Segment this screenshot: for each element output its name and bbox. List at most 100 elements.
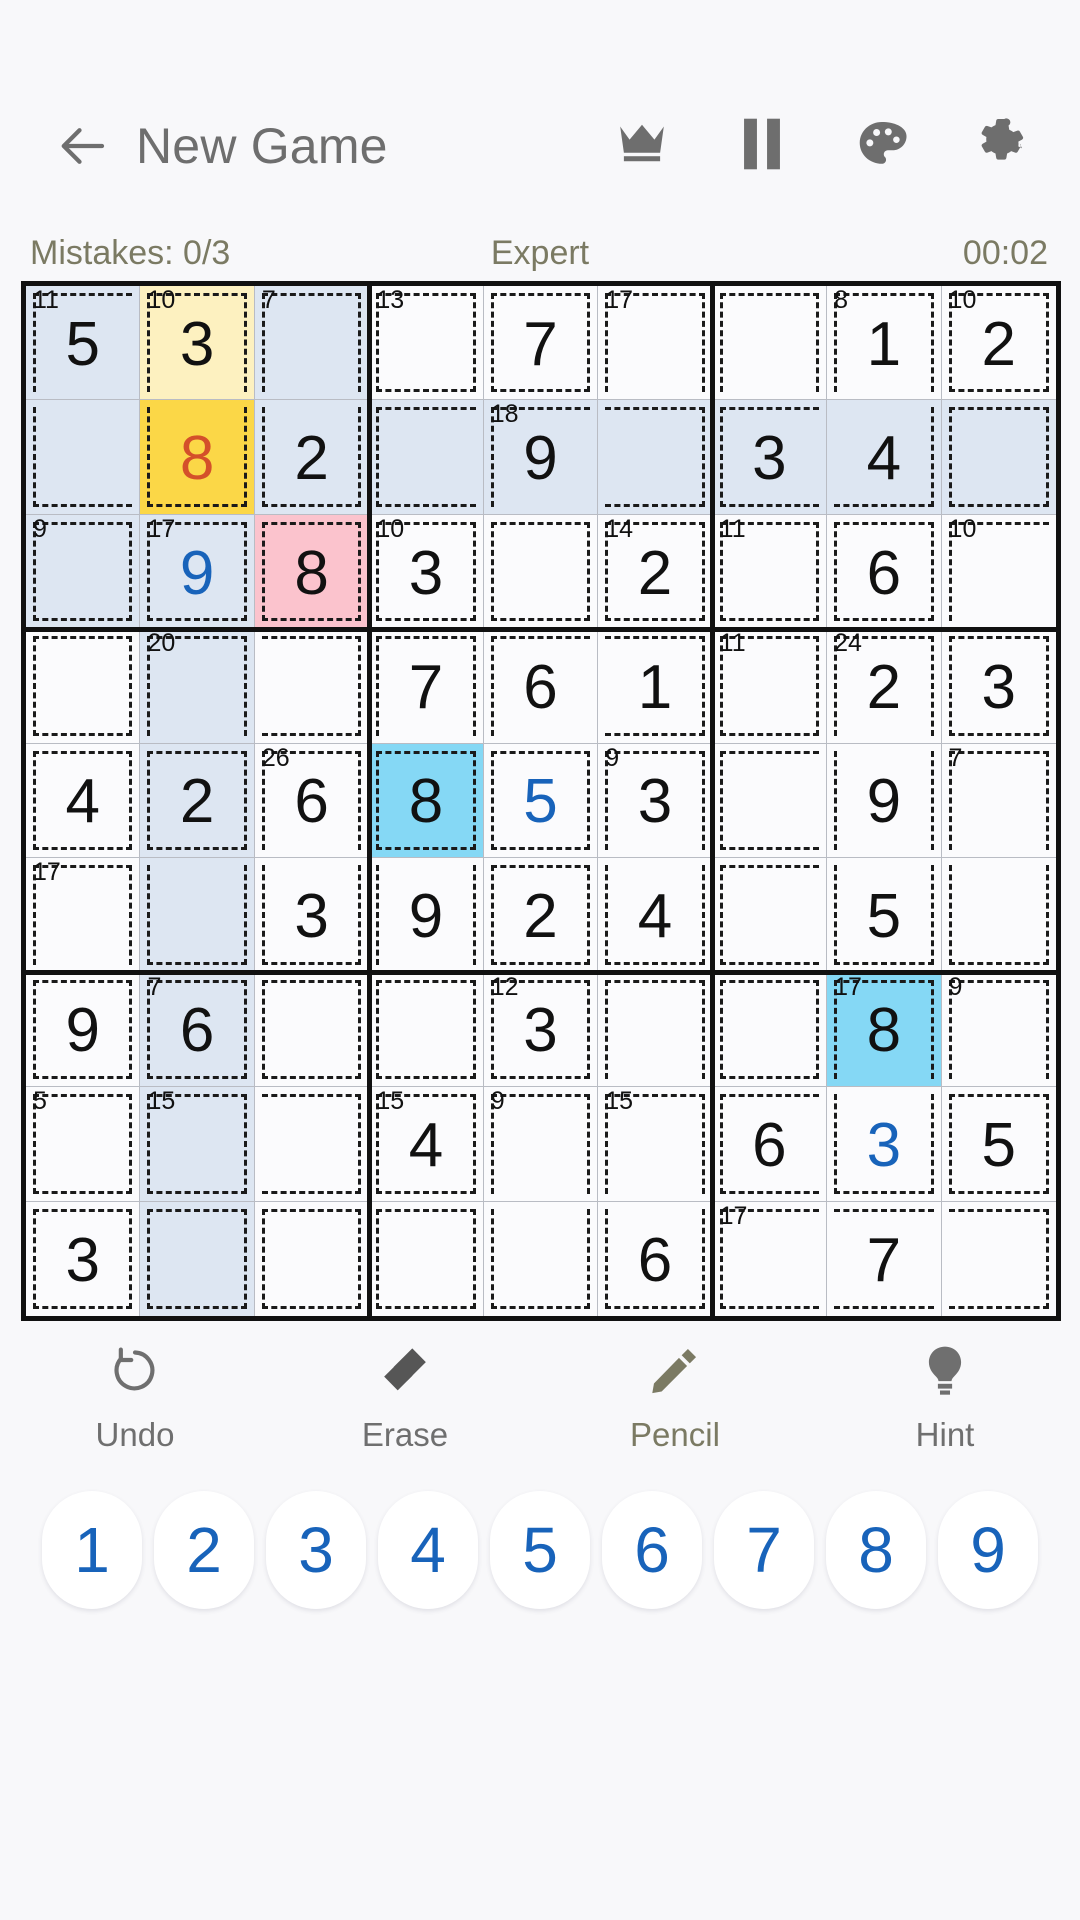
sudoku-cell-r9c7[interactable]: 17 [713, 1202, 827, 1316]
sudoku-cell-r3c9[interactable]: 10 [942, 515, 1056, 629]
sudoku-cell-r8c7[interactable]: 6 [713, 1087, 827, 1201]
sudoku-cell-r8c5[interactable]: 9 [484, 1087, 598, 1201]
sudoku-cell-r6c5[interactable]: 2 [484, 858, 598, 972]
sudoku-cell-r7c1[interactable]: 9 [26, 973, 140, 1087]
sudoku-cell-r5c8[interactable]: 9 [827, 744, 941, 858]
tool-undo-button[interactable]: Undo [35, 1340, 235, 1454]
sudoku-cell-r3c4[interactable]: 103 [369, 515, 483, 629]
sudoku-cell-r9c5[interactable] [484, 1202, 598, 1316]
sudoku-cell-r3c6[interactable]: 142 [598, 515, 712, 629]
sudoku-cell-r1c7[interactable] [713, 286, 827, 400]
sudoku-cell-r5c1[interactable]: 4 [26, 744, 140, 858]
sudoku-cell-r7c2[interactable]: 76 [140, 973, 254, 1087]
sudoku-cell-r4c6[interactable]: 1 [598, 629, 712, 743]
sudoku-cell-r1c4[interactable]: 13 [369, 286, 483, 400]
number-key-8[interactable]: 8 [826, 1491, 926, 1609]
sudoku-cell-r6c1[interactable]: 17 [26, 858, 140, 972]
number-key-4[interactable]: 4 [378, 1491, 478, 1609]
sudoku-cell-r1c2[interactable]: 103 [140, 286, 254, 400]
number-key-9[interactable]: 9 [938, 1491, 1038, 1609]
sudoku-cell-r1c1[interactable]: 115 [26, 286, 140, 400]
sudoku-cell-r4c3[interactable] [255, 629, 369, 743]
sudoku-cell-r5c4[interactable]: 8 [369, 744, 483, 858]
sudoku-board[interactable]: 1151037137178110282189349179810314211610… [21, 281, 1061, 1321]
sudoku-cell-r2c4[interactable] [369, 400, 483, 514]
back-button[interactable] [48, 110, 120, 182]
sudoku-cell-r1c8[interactable]: 81 [827, 286, 941, 400]
number-key-2[interactable]: 2 [154, 1491, 254, 1609]
sudoku-cell-r3c8[interactable]: 6 [827, 515, 941, 629]
sudoku-cell-r9c8[interactable]: 7 [827, 1202, 941, 1316]
sudoku-cell-r3c1[interactable]: 9 [26, 515, 140, 629]
settings-button[interactable] [972, 116, 1032, 176]
sudoku-cell-r8c6[interactable]: 15 [598, 1087, 712, 1201]
sudoku-cell-r3c7[interactable]: 11 [713, 515, 827, 629]
sudoku-cell-r3c2[interactable]: 179 [140, 515, 254, 629]
sudoku-cell-r3c3[interactable]: 8 [255, 515, 369, 629]
sudoku-cell-r8c4[interactable]: 154 [369, 1087, 483, 1201]
sudoku-cell-r2c3[interactable]: 2 [255, 400, 369, 514]
sudoku-cell-r9c1[interactable]: 3 [26, 1202, 140, 1316]
sudoku-cell-r6c9[interactable] [942, 858, 1056, 972]
sudoku-cell-r7c7[interactable] [713, 973, 827, 1087]
sudoku-cell-r9c9[interactable] [942, 1202, 1056, 1316]
sudoku-cell-r5c7[interactable] [713, 744, 827, 858]
sudoku-cell-r6c4[interactable]: 9 [369, 858, 483, 972]
number-key-3[interactable]: 3 [266, 1491, 366, 1609]
sudoku-cell-r2c9[interactable] [942, 400, 1056, 514]
sudoku-cell-r4c7[interactable]: 11 [713, 629, 827, 743]
sudoku-cell-r4c8[interactable]: 242 [827, 629, 941, 743]
sudoku-cell-r9c6[interactable]: 6 [598, 1202, 712, 1316]
sudoku-cell-r8c2[interactable]: 15 [140, 1087, 254, 1201]
sudoku-cell-r1c3[interactable]: 7 [255, 286, 369, 400]
tool-erase-button[interactable]: Erase [305, 1340, 505, 1454]
sudoku-cell-r1c6[interactable]: 17 [598, 286, 712, 400]
sudoku-cell-r6c6[interactable]: 4 [598, 858, 712, 972]
sudoku-cell-r2c5[interactable]: 189 [484, 400, 598, 514]
sudoku-cell-r6c7[interactable] [713, 858, 827, 972]
sudoku-cell-r4c9[interactable]: 3 [942, 629, 1056, 743]
sudoku-cell-r8c8[interactable]: 3 [827, 1087, 941, 1201]
timer[interactable]: 00:02 [963, 234, 1048, 273]
sudoku-cell-r7c4[interactable] [369, 973, 483, 1087]
sudoku-cell-r2c1[interactable] [26, 400, 140, 514]
sudoku-cell-r9c3[interactable] [255, 1202, 369, 1316]
number-key-5[interactable]: 5 [490, 1491, 590, 1609]
sudoku-cell-r2c8[interactable]: 4 [827, 400, 941, 514]
sudoku-cell-r3c5[interactable] [484, 515, 598, 629]
crown-button[interactable] [612, 116, 672, 176]
sudoku-cell-r7c9[interactable]: 9 [942, 973, 1056, 1087]
sudoku-cell-r4c1[interactable] [26, 629, 140, 743]
sudoku-cell-r7c3[interactable] [255, 973, 369, 1087]
sudoku-cell-r4c4[interactable]: 7 [369, 629, 483, 743]
sudoku-cell-r6c2[interactable] [140, 858, 254, 972]
number-key-1[interactable]: 1 [42, 1491, 142, 1609]
sudoku-cell-r4c2[interactable]: 20 [140, 629, 254, 743]
tool-pencil-button[interactable]: Pencil [575, 1340, 775, 1454]
pause-button[interactable] [732, 116, 792, 176]
sudoku-cell-r6c3[interactable]: 3 [255, 858, 369, 972]
sudoku-cell-r8c9[interactable]: 5 [942, 1087, 1056, 1201]
sudoku-cell-r5c3[interactable]: 266 [255, 744, 369, 858]
sudoku-cell-r8c3[interactable] [255, 1087, 369, 1201]
sudoku-cell-r7c8[interactable]: 178 [827, 973, 941, 1087]
sudoku-cell-r5c2[interactable]: 2 [140, 744, 254, 858]
sudoku-cell-r2c6[interactable] [598, 400, 712, 514]
sudoku-cell-r1c9[interactable]: 102 [942, 286, 1056, 400]
sudoku-cell-r7c6[interactable] [598, 973, 712, 1087]
number-key-7[interactable]: 7 [714, 1491, 814, 1609]
tool-hint-button[interactable]: Hint [845, 1340, 1045, 1454]
sudoku-cell-r9c4[interactable] [369, 1202, 483, 1316]
sudoku-cell-r8c1[interactable]: 5 [26, 1087, 140, 1201]
number-key-6[interactable]: 6 [602, 1491, 702, 1609]
sudoku-cell-r1c5[interactable]: 7 [484, 286, 598, 400]
sudoku-cell-r9c2[interactable] [140, 1202, 254, 1316]
sudoku-cell-r7c5[interactable]: 123 [484, 973, 598, 1087]
palette-button[interactable] [852, 116, 912, 176]
sudoku-cell-r2c7[interactable]: 3 [713, 400, 827, 514]
sudoku-cell-r4c5[interactable]: 6 [484, 629, 598, 743]
sudoku-cell-r2c2[interactable]: 8 [140, 400, 254, 514]
sudoku-cell-r5c6[interactable]: 93 [598, 744, 712, 858]
sudoku-cell-r6c8[interactable]: 5 [827, 858, 941, 972]
sudoku-cell-r5c5[interactable]: 5 [484, 744, 598, 858]
